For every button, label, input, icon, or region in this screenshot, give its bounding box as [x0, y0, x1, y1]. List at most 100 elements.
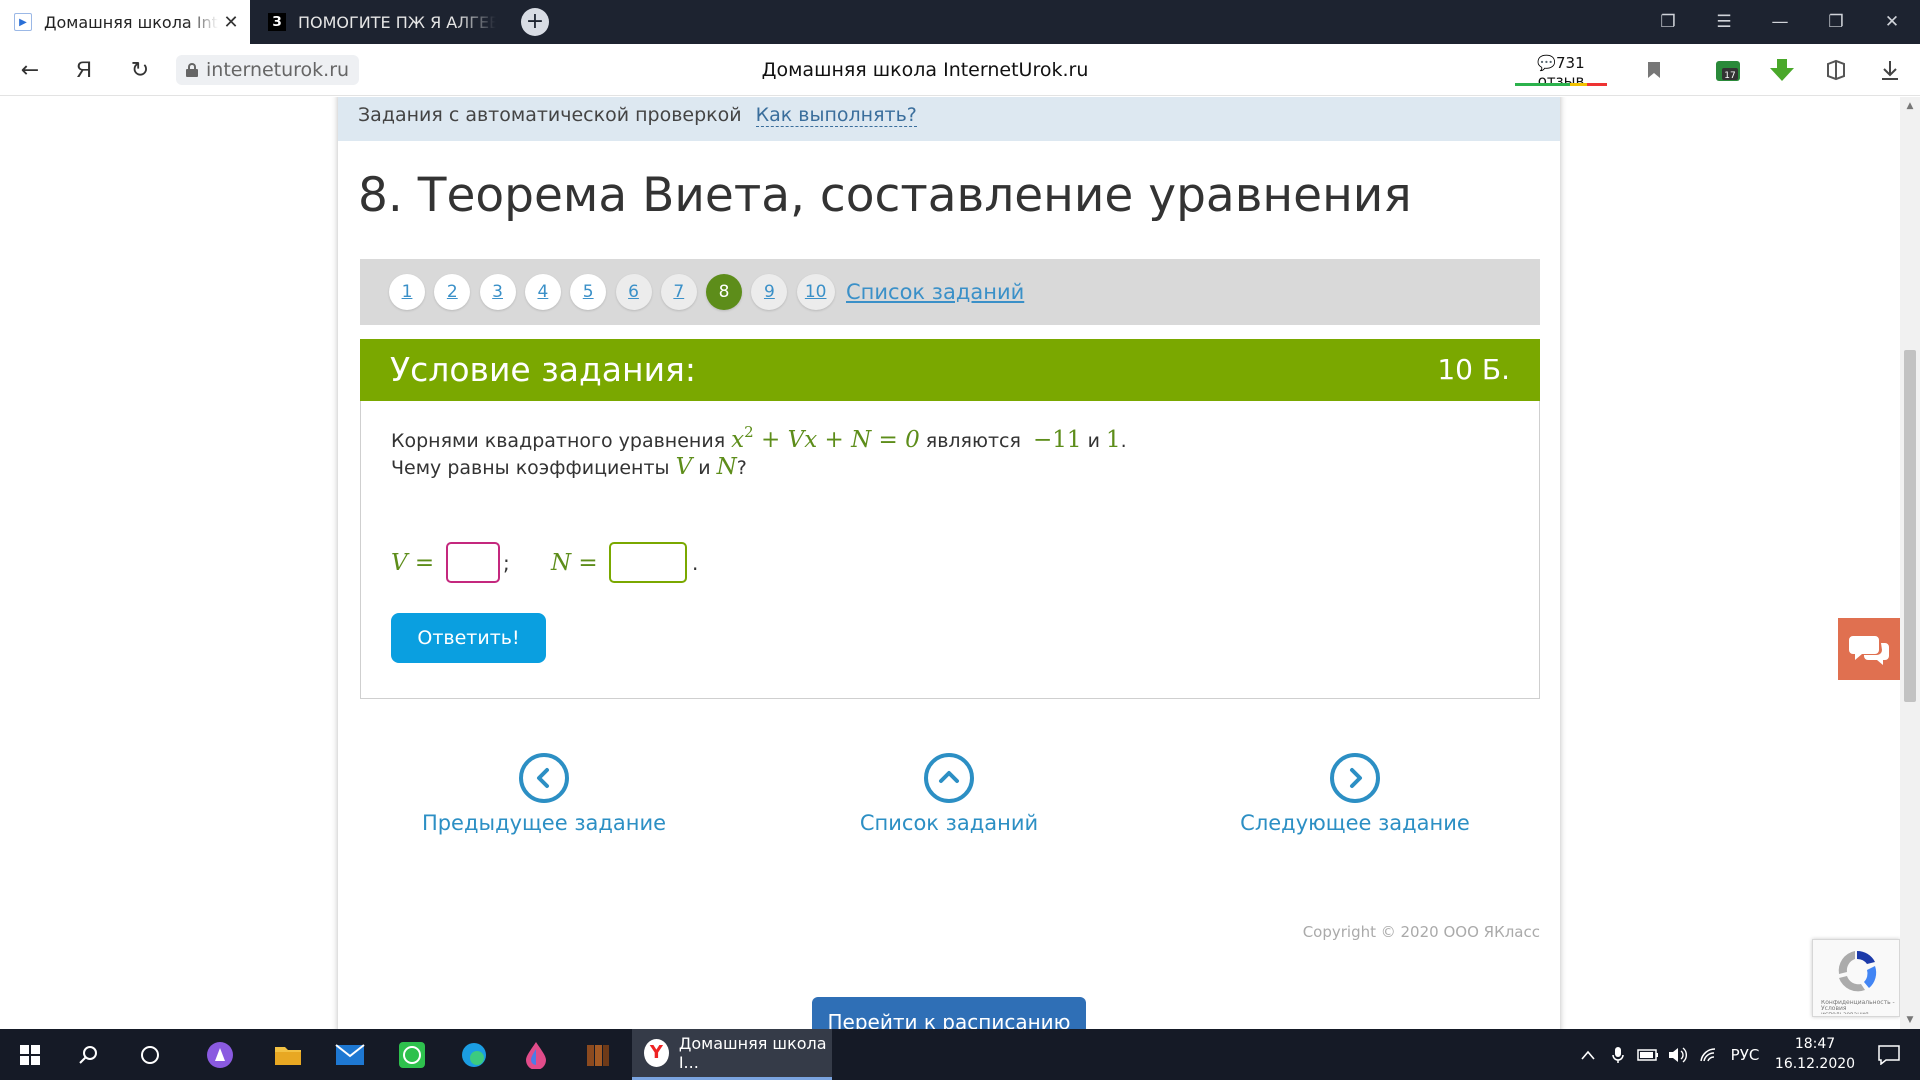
- notice-text: Задания с автоматической проверкой: [358, 104, 742, 126]
- var-v: V: [675, 454, 693, 480]
- reload-icon[interactable]: ↻: [118, 44, 162, 96]
- tray-expand-icon[interactable]: [1574, 1029, 1602, 1080]
- address-bar: ← Я ↻ interneturok.ru Домашняя школа Int…: [0, 44, 1920, 96]
- question-text: и: [698, 457, 711, 479]
- page-button-3[interactable]: 3: [479, 274, 516, 310]
- speech-bubble-icon: 💬: [1537, 54, 1557, 72]
- next-task-link[interactable]: Следующее задание: [1205, 753, 1505, 835]
- droplet-app-icon[interactable]: [510, 1029, 562, 1080]
- page-button-7[interactable]: 7: [660, 274, 697, 310]
- period: .: [692, 551, 699, 575]
- question-text: .: [1120, 430, 1127, 452]
- volume-icon[interactable]: [1664, 1029, 1692, 1080]
- calendar-badge-icon[interactable]: 17: [1706, 44, 1750, 96]
- sidebar-icon[interactable]: [1814, 44, 1858, 96]
- recaptcha-badge[interactable]: Конфиденциальность - Условия использован…: [1812, 939, 1900, 1017]
- edge-icon[interactable]: [448, 1029, 500, 1080]
- bookmark-icon[interactable]: [1632, 44, 1676, 96]
- condition-body: Корнями квадратного уравнения x2 + Vx + …: [360, 401, 1540, 699]
- next-task-label: Следующее задание: [1240, 811, 1470, 835]
- feedback-chat-button[interactable]: [1838, 618, 1900, 680]
- url-field[interactable]: interneturok.ru: [176, 55, 360, 85]
- v-answer-input[interactable]: [446, 542, 500, 583]
- download-extension-icon[interactable]: [1760, 44, 1804, 96]
- equation-x: x: [731, 427, 745, 453]
- page-button-5[interactable]: 5: [570, 274, 607, 310]
- question-text: являются: [925, 430, 1021, 452]
- separator: ;: [503, 551, 510, 575]
- v-label: V =: [391, 550, 435, 576]
- page-button-9[interactable]: 9: [751, 274, 788, 310]
- tab-close-icon[interactable]: ✕: [218, 12, 244, 33]
- points-badge: 10 Б.: [1437, 353, 1510, 386]
- browser-tab-strip: ▶ Домашняя школа InternetUrok.ru ✕ З ПОМ…: [0, 0, 1920, 44]
- windows-start-icon[interactable]: [4, 1029, 56, 1080]
- tab-title: ПОМОГИТЕ ПЖ Я АЛГЕБРЕ: [298, 12, 496, 32]
- page-button-6[interactable]: 6: [615, 274, 652, 310]
- submit-answer-button[interactable]: Ответить!: [391, 613, 546, 663]
- clock[interactable]: 18:47 16.12.2020: [1770, 1034, 1860, 1074]
- tab-znanija[interactable]: З ПОМОГИТЕ ПЖ Я АЛГЕБРЕ: [254, 0, 496, 44]
- clock-time: 18:47: [1794, 1036, 1836, 1052]
- page-button-10[interactable]: 10: [796, 274, 835, 310]
- condition-label: Условие задания:: [390, 350, 697, 389]
- page-viewport: Задания с автоматической проверкой Как вы…: [0, 97, 1900, 1029]
- chat-bubbles-icon: [1849, 636, 1889, 665]
- collections-icon[interactable]: ❐: [1640, 0, 1696, 44]
- close-window-icon[interactable]: ✕: [1864, 0, 1920, 44]
- page-scrollbar[interactable]: ▲ ▼: [1900, 97, 1920, 1029]
- prev-task-label: Предыдущее задание: [421, 811, 667, 835]
- n-answer-input[interactable]: [609, 542, 687, 583]
- battery-icon[interactable]: [1634, 1029, 1662, 1080]
- page-button-2[interactable]: 2: [434, 274, 471, 310]
- new-tab-button[interactable]: +: [521, 8, 549, 36]
- cortana-icon[interactable]: [124, 1029, 176, 1080]
- notifications-icon[interactable]: [1866, 1029, 1912, 1080]
- mail-icon[interactable]: [324, 1029, 376, 1080]
- scroll-up-icon[interactable]: ▲: [1900, 101, 1920, 111]
- recaptcha-logo-icon: [1838, 950, 1877, 992]
- wifi-icon[interactable]: [1694, 1029, 1722, 1080]
- how-to-link[interactable]: Как выполнять?: [755, 104, 917, 127]
- task-list-nav-link[interactable]: Список заданий: [799, 753, 1099, 835]
- scroll-down-icon[interactable]: ▼: [1900, 1015, 1920, 1025]
- scroll-thumb[interactable]: [1904, 350, 1916, 702]
- equation: x2 + Vx + N = 0: [731, 423, 920, 453]
- tab-interneturok[interactable]: ▶ Домашняя школа InternetUrok.ru ✕: [0, 0, 250, 44]
- reviews-button[interactable]: 💬731 отзыв: [1513, 54, 1609, 90]
- schedule-button[interactable]: Перейти к расписанию: [812, 997, 1086, 1029]
- condition-header: Условие задания: 10 Б.: [360, 339, 1540, 401]
- language-indicator[interactable]: РУС: [1722, 1029, 1768, 1080]
- page-title: Домашняя школа InternetUrok.ru: [761, 59, 1089, 81]
- page-button-4[interactable]: 4: [524, 274, 561, 310]
- recaptcha-privacy-text: Конфиденциальность - Условия использован…: [1821, 1000, 1895, 1014]
- prev-task-link[interactable]: Предыдущее задание: [394, 753, 694, 835]
- books-app-icon[interactable]: [572, 1029, 624, 1080]
- taskbar-browser-window[interactable]: Y Домашняя школа I...: [632, 1029, 832, 1080]
- rating-bar: [1515, 83, 1607, 86]
- task-list-link[interactable]: Список заданий: [846, 259, 1024, 325]
- whatsapp-icon[interactable]: [386, 1029, 438, 1080]
- page-button-8[interactable]: 8: [706, 274, 743, 310]
- microphone-icon[interactable]: [1604, 1029, 1632, 1080]
- search-icon[interactable]: [62, 1029, 114, 1080]
- back-arrow-icon[interactable]: ←: [8, 44, 52, 96]
- file-explorer-icon[interactable]: [262, 1029, 314, 1080]
- menu-icon[interactable]: ☰: [1696, 0, 1752, 44]
- page-button-1[interactable]: 1: [389, 274, 425, 310]
- minimize-icon[interactable]: —: [1752, 0, 1808, 44]
- znanija-favicon-icon: З: [268, 13, 286, 31]
- downloads-icon[interactable]: [1868, 44, 1912, 96]
- yandex-icon[interactable]: Я: [62, 44, 106, 96]
- equation-rest: + Vx + N = 0: [753, 427, 920, 453]
- task-title: 8. Теорема Виета, составление уравнения: [358, 168, 1412, 223]
- alice-icon[interactable]: [194, 1029, 246, 1080]
- restore-icon[interactable]: ❐: [1808, 0, 1864, 44]
- chevron-left-icon: [519, 753, 569, 803]
- question-text: Корнями квадратного уравнения: [391, 430, 726, 452]
- tab-title: Домашняя школа InternetUrok.ru: [44, 12, 218, 32]
- root-1: −11: [1033, 427, 1082, 453]
- yandex-browser-icon: Y: [644, 1039, 669, 1067]
- taskbar-window-title: Домашняя школа I...: [678, 1034, 827, 1072]
- equation-exponent: 2: [744, 423, 754, 441]
